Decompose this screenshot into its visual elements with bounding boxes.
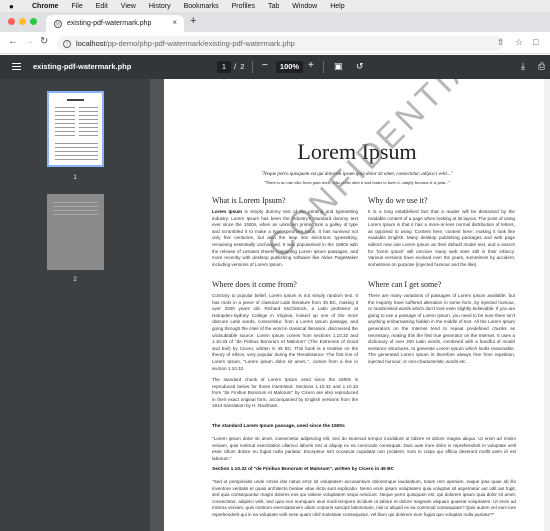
menu-tab[interactable]: Tab xyxy=(268,3,279,10)
menu-bookmarks[interactable]: Bookmarks xyxy=(184,3,219,10)
section-heading: Where does it come from? xyxy=(212,280,297,289)
share-icon[interactable]: ⇧ xyxy=(497,37,505,48)
info-icon[interactable]: i xyxy=(63,39,71,48)
zoom-level-input[interactable]: 100% xyxy=(276,61,303,73)
paragraph: The standard chunk of Lorem Ipsum used s… xyxy=(212,377,358,409)
zoom-window-button[interactable] xyxy=(30,18,37,25)
paragraph: Lorem Ipsum is simply dummy text of the … xyxy=(212,209,358,268)
zoom-in-button[interactable]: + xyxy=(308,60,314,71)
zoom-out-button[interactable]: − xyxy=(262,60,268,71)
divider xyxy=(323,61,324,73)
page-title: Lorem Ipsum xyxy=(297,139,417,164)
menu-file[interactable]: File xyxy=(71,3,82,10)
back-icon[interactable]: ← xyxy=(8,36,18,47)
tab-close-icon[interactable]: × xyxy=(172,18,177,27)
section-heading: The standard Lorem Ipsum passage, used s… xyxy=(212,424,345,429)
menu-app-chrome[interactable]: Chrome xyxy=(32,3,58,10)
total-pages: 2 xyxy=(240,62,245,71)
pdf-document-title: existing-pdf-watermark.php xyxy=(33,62,132,71)
browser-tab-active[interactable]: ◎ existing-pdf-watermark.php × xyxy=(46,15,184,32)
tab-title: existing-pdf-watermark.php xyxy=(67,20,152,27)
apple-icon[interactable]: ● xyxy=(9,2,18,11)
paragraph: Contrary to popular belief, Lorem Ipsum … xyxy=(212,293,358,371)
pdf-toolbar: existing-pdf-watermark.php 1 / 2 − 100% … xyxy=(0,55,550,79)
menu-window[interactable]: Window xyxy=(292,3,317,10)
paragraph-text: is simply dummy text of the printing and… xyxy=(212,209,358,267)
pdf-viewport[interactable]: Lorem Ipsum "Neque porro quisquam est qu… xyxy=(150,79,550,531)
url-path: /pp-demo/php-pdf-watermark/existing-pdf-… xyxy=(105,39,295,48)
print-icon[interactable]: ⎙ xyxy=(538,61,545,72)
thumbnail-sidebar: 1 2 xyxy=(0,79,150,531)
paragraph: "Sed ut perspiciatis unde omnis iste nat… xyxy=(212,479,516,517)
paragraph: "Lorem ipsum dolor sit amet, consectetur… xyxy=(212,436,516,461)
menu-help[interactable]: Help xyxy=(330,3,344,10)
scrollbar[interactable] xyxy=(544,79,550,531)
page-total: / 2 xyxy=(234,62,244,71)
section-heading: Why do we use it? xyxy=(368,196,428,205)
bold-term: Lorem Ipsum xyxy=(212,209,243,214)
url-host: localhost xyxy=(76,39,106,48)
paragraph: There are many variations of passages of… xyxy=(368,293,515,364)
page-number-input[interactable]: 1 xyxy=(217,61,231,73)
globe-icon: ◎ xyxy=(54,19,62,28)
thumbnail-label-1: 1 xyxy=(73,174,77,181)
forward-icon[interactable]: → xyxy=(24,36,34,47)
menu-view[interactable]: View xyxy=(121,3,136,10)
macos-menu-bar: ● Chrome File Edit View History Bookmark… xyxy=(0,0,550,12)
profile-icon[interactable]: □ xyxy=(533,37,538,47)
address-bar[interactable]: i localhost/pp-demo/php-pdf-watermark/ex… xyxy=(57,36,503,51)
page-thumbnail-2[interactable] xyxy=(47,194,104,270)
menu-edit[interactable]: Edit xyxy=(96,3,108,10)
section-heading: Where can I get some? xyxy=(368,280,442,289)
rotate-icon[interactable]: ↺ xyxy=(356,61,364,72)
tab-strip: ◎ existing-pdf-watermark.php × + xyxy=(0,12,550,32)
pdf-page-1: Lorem Ipsum "Neque porro quisquam est qu… xyxy=(164,79,550,531)
thumbnail-label-2: 2 xyxy=(73,276,77,283)
menu-profiles[interactable]: Profiles xyxy=(232,3,255,10)
fit-page-icon[interactable]: ▣ xyxy=(334,61,343,72)
page-quote-translation: "There is no one who loves pain itself, … xyxy=(263,180,451,185)
browser-toolbar: ← → ↻ i localhost/pp-demo/php-pdf-waterm… xyxy=(0,32,550,54)
section-heading: Section 1.10.32 of "de Finibus Bonorum e… xyxy=(212,467,395,472)
star-icon[interactable]: ☆ xyxy=(515,37,523,48)
sidebar-menu-icon[interactable] xyxy=(12,63,21,70)
new-tab-button[interactable]: + xyxy=(190,15,196,27)
page-quote: "Neque porro quisquam est qui dolorem ip… xyxy=(261,172,453,177)
download-icon[interactable]: ⤓ xyxy=(521,61,525,72)
section-heading: What is Lorem Ipsum? xyxy=(212,196,286,205)
divider xyxy=(252,61,253,73)
menu-history[interactable]: History xyxy=(149,3,171,10)
page-thumbnail-1[interactable] xyxy=(47,91,104,167)
close-window-button[interactable] xyxy=(8,18,15,25)
reload-icon[interactable]: ↻ xyxy=(40,36,48,47)
minimize-window-button[interactable] xyxy=(19,18,26,25)
paragraph: It is a long established fact that a rea… xyxy=(368,209,515,267)
page-separator: / xyxy=(234,62,237,71)
